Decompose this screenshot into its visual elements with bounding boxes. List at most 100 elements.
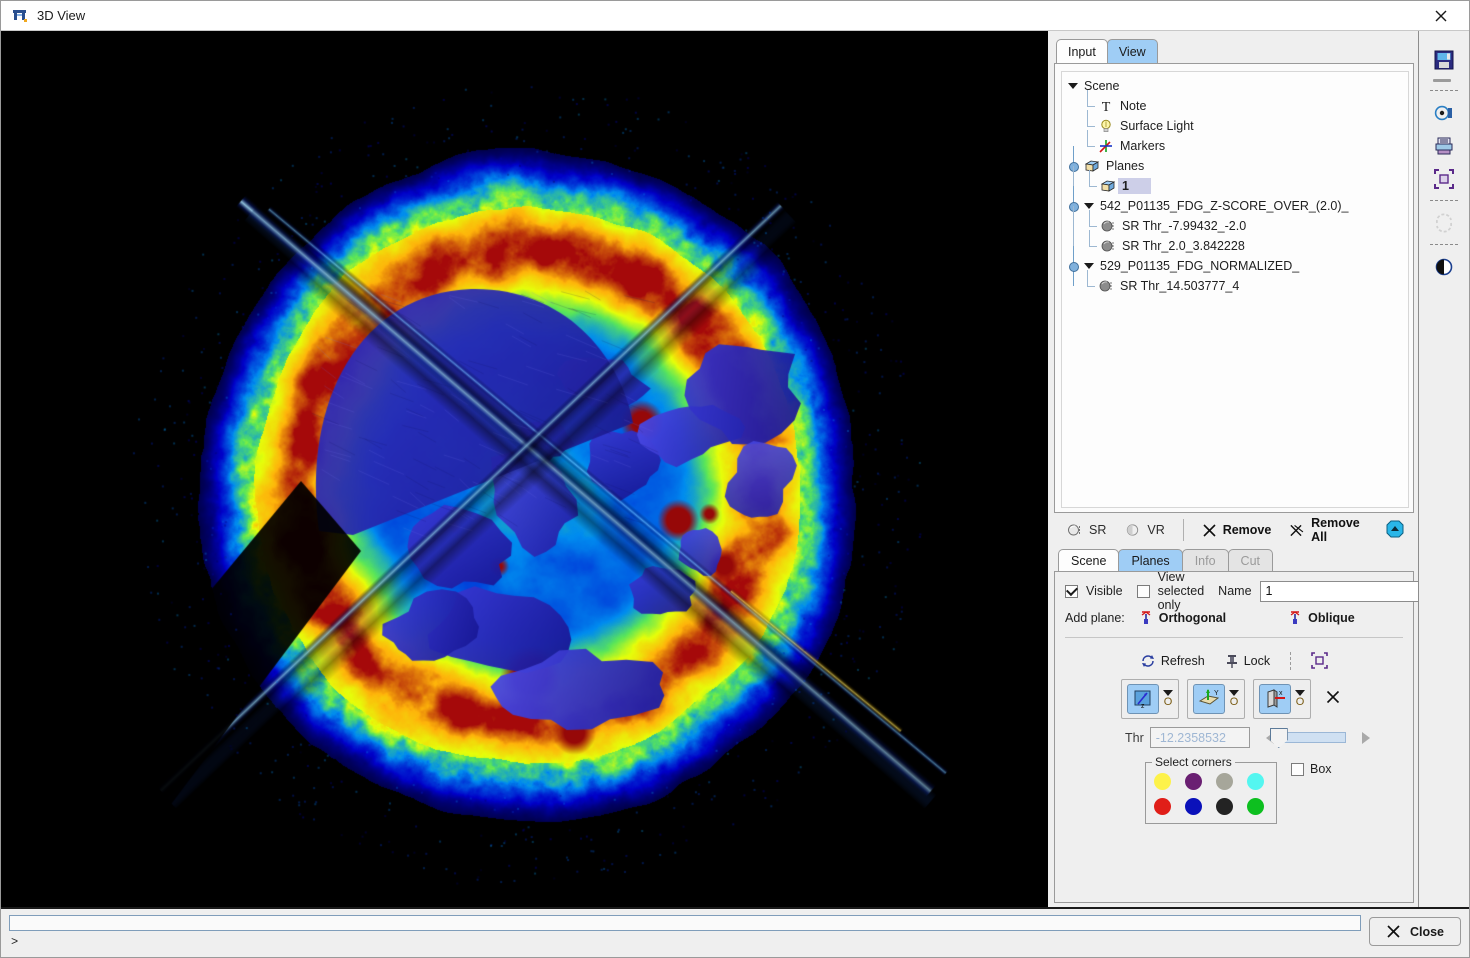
plane-z-icon: z	[1131, 688, 1155, 710]
corner-swatch-gray[interactable]	[1216, 773, 1233, 790]
print-icon	[1433, 135, 1455, 157]
tree-row-scene[interactable]: Scene	[1066, 76, 1406, 96]
plane-x-button[interactable]: x	[1259, 684, 1291, 714]
remove-all-icon	[1289, 523, 1305, 538]
axis-x-marker[interactable]: O	[1296, 697, 1305, 708]
tree-row-sr-2[interactable]: SR Thr_2.0_3.842228	[1066, 236, 1406, 256]
rotate-refresh-icon	[1140, 653, 1156, 669]
pin-lock-icon	[1225, 653, 1239, 669]
chevron-down-icon	[1084, 203, 1094, 209]
plane-axis-row: z O Y O x O	[1065, 679, 1403, 719]
chevron-down-icon	[1068, 83, 1078, 89]
corner-swatch-red[interactable]	[1154, 798, 1171, 815]
planes-expand-knob[interactable]	[1066, 156, 1082, 176]
corner-swatch-black[interactable]	[1216, 798, 1233, 815]
command-column: >	[9, 915, 1361, 949]
orthogonal-plane-icon	[1139, 610, 1153, 625]
surface-sphere-icon	[1096, 276, 1116, 296]
plane-z-button[interactable]: z	[1127, 684, 1159, 714]
axis-z-marker[interactable]: O	[1164, 697, 1173, 708]
close-x-icon	[1386, 924, 1401, 939]
plane-name-input[interactable]	[1260, 581, 1433, 602]
command-input[interactable]	[9, 915, 1361, 931]
slider-track[interactable]	[1278, 732, 1346, 743]
collapse-up-icon[interactable]	[1386, 520, 1404, 541]
tree-row-group-529[interactable]: 529_P01135_FDG_NORMALIZED_	[1066, 256, 1406, 276]
tree-row-markers[interactable]: Markers	[1066, 136, 1406, 156]
rotate-refresh-icon	[1433, 212, 1455, 234]
select-corners-group: Select corners	[1145, 762, 1277, 824]
slider-thumb[interactable]	[1270, 728, 1288, 748]
fit-view-button[interactable]	[1427, 162, 1461, 195]
axis-y-options: O	[1229, 690, 1239, 708]
volume-sphere-icon	[1124, 522, 1141, 538]
rotate-button[interactable]	[1427, 206, 1461, 239]
thr-slider[interactable]	[1266, 732, 1370, 744]
toolbar-drag-handle[interactable]	[1433, 79, 1451, 82]
thr-input[interactable]	[1150, 727, 1250, 748]
tree-connector	[1082, 176, 1098, 196]
tree-row-note[interactable]: T Note	[1066, 96, 1406, 116]
corner-swatch-cyan[interactable]	[1247, 773, 1264, 790]
subtab-planes[interactable]: Planes	[1118, 549, 1182, 571]
group-529-caret[interactable]	[1082, 256, 1096, 276]
toolbar-separator	[1430, 200, 1458, 201]
scene-expand-toggle[interactable]	[1066, 76, 1080, 96]
sr-button-label: SR	[1089, 523, 1106, 537]
tab-view[interactable]: View	[1107, 39, 1158, 63]
corner-swatch-green[interactable]	[1247, 798, 1264, 815]
tree-connector	[1066, 176, 1082, 196]
tree-row-plane-1[interactable]: 1	[1066, 176, 1406, 196]
contrast-icon	[1433, 256, 1455, 278]
axis-group-z: z O	[1121, 679, 1179, 719]
add-oblique-plane-button[interactable]: Oblique	[1288, 610, 1355, 625]
contrast-button[interactable]	[1427, 250, 1461, 283]
save-button[interactable]	[1427, 43, 1461, 76]
tab-input[interactable]: Input	[1056, 39, 1108, 63]
delete-plane-button[interactable]	[1319, 689, 1347, 710]
lock-label: Lock	[1244, 654, 1270, 668]
close-icon	[1434, 9, 1448, 23]
remove-all-button[interactable]: Remove All	[1281, 513, 1382, 547]
tree-row-sr-1[interactable]: SR Thr_-7.99432_-2.0	[1066, 216, 1406, 236]
visible-checkbox[interactable]	[1065, 585, 1078, 598]
tool-separator	[1290, 652, 1291, 670]
fit-plane-button[interactable]	[1305, 650, 1334, 671]
tree-label-planes: Planes	[1102, 159, 1144, 173]
lock-button[interactable]: Lock	[1219, 651, 1276, 671]
corner-swatch-purple[interactable]	[1185, 773, 1202, 790]
refresh-button[interactable]: Refresh	[1134, 651, 1211, 671]
volume-render-canvas[interactable]	[1, 31, 1048, 907]
subtab-info[interactable]: Info	[1182, 549, 1229, 571]
tree-row-group-542[interactable]: 542_P01135_FDG_Z-SCORE_OVER_(2.0)_	[1066, 196, 1406, 216]
window-close-button[interactable]	[1419, 2, 1463, 30]
slider-increment-icon[interactable]	[1362, 732, 1370, 744]
snapshot-button[interactable]	[1427, 96, 1461, 129]
3d-viewport[interactable]	[1, 31, 1048, 907]
print-button[interactable]	[1427, 129, 1461, 162]
plane-y-button[interactable]: Y	[1193, 684, 1225, 714]
sr-button[interactable]: SR	[1058, 519, 1114, 541]
tree-row-surface-light[interactable]: Surface Light	[1066, 116, 1406, 136]
close-button[interactable]: Close	[1369, 917, 1461, 946]
tree-row-planes[interactable]: Planes	[1066, 156, 1406, 176]
subtab-cut[interactable]: Cut	[1228, 549, 1273, 571]
corner-swatch-blue[interactable]	[1185, 798, 1202, 815]
add-orthogonal-plane-button[interactable]: Orthogonal	[1139, 610, 1226, 625]
scene-tree[interactable]: Scene T Note Surface Light Markers Plane…	[1061, 71, 1409, 508]
corner-swatch-yellow[interactable]	[1154, 773, 1171, 790]
view-selected-only-checkbox[interactable]	[1137, 585, 1150, 598]
box-checkbox[interactable]	[1291, 763, 1304, 776]
vr-button[interactable]: VR	[1116, 519, 1172, 541]
tree-connector	[1080, 136, 1096, 156]
tree-label-scene: Scene	[1080, 79, 1119, 93]
tree-connector	[1066, 216, 1082, 236]
view-vertical-toolbar	[1418, 31, 1469, 907]
group-542-expand-knob[interactable]	[1066, 196, 1082, 216]
3d-view-window: 3D View Input View Scene T Note Surface …	[0, 0, 1470, 958]
remove-button[interactable]: Remove	[1194, 520, 1280, 541]
group-529-expand-knob[interactable]	[1066, 256, 1082, 276]
subtab-scene[interactable]: Scene	[1058, 549, 1119, 571]
axis-y-marker[interactable]: O	[1230, 697, 1239, 708]
tree-row-sr-3[interactable]: SR Thr_14.503777_4	[1066, 276, 1406, 296]
